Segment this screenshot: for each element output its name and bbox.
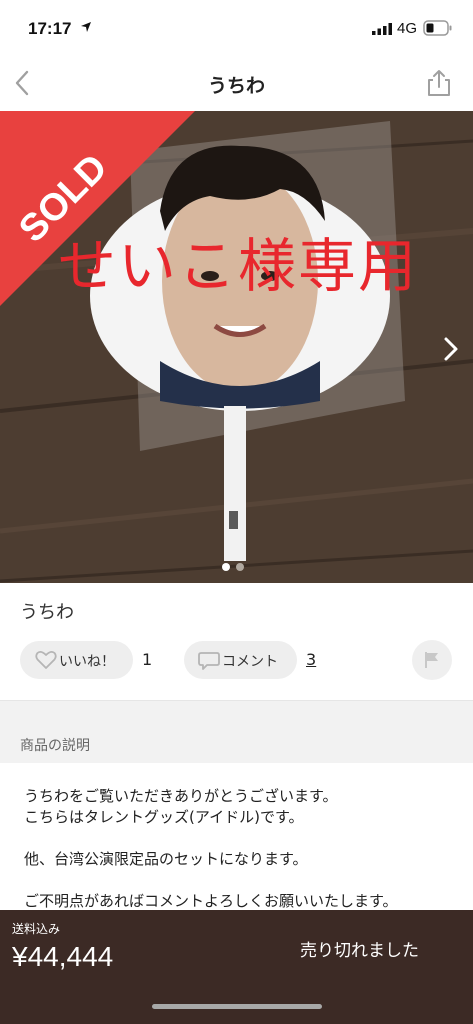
description-line: うちわをご覧いただきありがとうございます。 bbox=[24, 787, 338, 805]
location-arrow-icon bbox=[81, 22, 91, 32]
heart-icon bbox=[35, 650, 57, 669]
like-label: いいね！ bbox=[59, 654, 115, 670]
pagination-dot bbox=[236, 563, 244, 571]
pagination-dot-active bbox=[222, 563, 230, 571]
item-description: うちわをご覧いただきありがとうございます。 こちらはタレントグッズ(アイドル)で… bbox=[24, 786, 454, 912]
home-indicator[interactable] bbox=[152, 1004, 322, 1009]
page-title: うちわ bbox=[207, 75, 265, 97]
report-button[interactable] bbox=[412, 640, 452, 680]
image-pagination-dots bbox=[222, 556, 250, 575]
description-section-header: 商品の説明 bbox=[0, 700, 473, 763]
next-image-button[interactable] bbox=[436, 329, 466, 369]
cellular-signal-icon bbox=[372, 23, 392, 35]
description-header: 商品の説明 bbox=[20, 738, 90, 754]
share-button[interactable] bbox=[424, 66, 454, 100]
like-button[interactable]: いいね！ bbox=[20, 641, 133, 679]
item-name: うちわ bbox=[20, 602, 74, 623]
description-line: ご不明点があればコメントよろしくお願いいたします。 bbox=[24, 892, 398, 910]
description-line bbox=[24, 870, 454, 891]
status-bar: 17:17 4G bbox=[0, 0, 473, 56]
description-line bbox=[24, 828, 454, 849]
product-photo-gallery[interactable]: SOLD せいこ様専用 bbox=[0, 111, 473, 583]
sold-out-button[interactable]: 売り切れました bbox=[300, 936, 450, 961]
network-type: 4G bbox=[397, 20, 418, 37]
like-count: 1 bbox=[142, 650, 153, 669]
share-icon bbox=[428, 70, 450, 96]
price: ¥44,444 bbox=[12, 941, 114, 972]
nav-bar: うちわ bbox=[0, 56, 473, 111]
description-line: 他、台湾公演限定品のセットになります。 bbox=[24, 850, 308, 868]
reserved-overlay-text: せいこ様専用 bbox=[58, 232, 419, 300]
comment-button[interactable]: コメント bbox=[184, 641, 297, 679]
description-line: こちらはタレントグッズ(アイドル)です。 bbox=[24, 808, 304, 826]
comment-label: コメント bbox=[222, 654, 278, 670]
chevron-right-icon bbox=[444, 337, 458, 361]
comment-count-link[interactable]: 3 bbox=[306, 650, 316, 669]
battery-icon bbox=[423, 20, 452, 36]
speech-bubble-icon bbox=[198, 652, 220, 670]
flag-icon bbox=[425, 652, 438, 668]
status-time: 17:17 bbox=[28, 19, 72, 38]
shipping-included-label: 送料込み bbox=[12, 922, 61, 936]
